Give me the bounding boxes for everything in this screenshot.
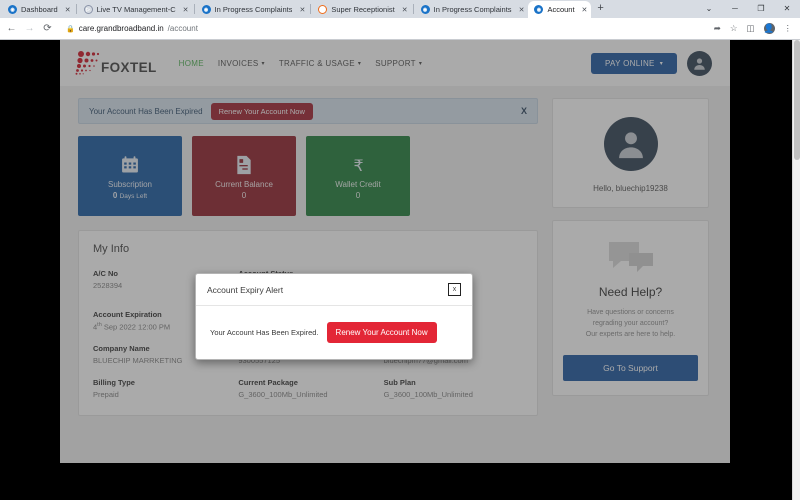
minimize-button[interactable]: ─ xyxy=(722,0,748,18)
browser-tab[interactable]: ◉ Dashboard ✕ xyxy=(2,1,75,18)
tab-search-icon[interactable]: ⌄ xyxy=(696,0,722,18)
tab-separator xyxy=(310,4,312,14)
tab-close-icon[interactable]: ✕ xyxy=(399,6,408,14)
page-scrollbar[interactable] xyxy=(792,40,800,500)
tab-title: In Progress Complaints xyxy=(433,5,512,14)
url-domain: care.grandbroadband.in xyxy=(78,24,164,33)
kebab-menu-icon[interactable]: ⋮ xyxy=(784,23,793,34)
browser-tab[interactable]: ▷ Live TV Management-C ✕ xyxy=(78,1,193,18)
share-icon[interactable]: ➦ xyxy=(714,23,721,34)
tab-title: Live TV Management-C xyxy=(96,5,176,14)
reload-icon[interactable]: ⟳ xyxy=(42,23,53,34)
side-panel-icon[interactable]: ◫ xyxy=(746,23,754,34)
browser-window: ◉ Dashboard ✕ ▷ Live TV Management-C ✕ ◉… xyxy=(0,0,800,500)
tab-close-icon[interactable]: ✕ xyxy=(296,6,305,14)
browser-tab[interactable]: ● Super Receptionist ✕ xyxy=(312,1,411,18)
browser-tab-strip: ◉ Dashboard ✕ ▷ Live TV Management-C ✕ ◉… xyxy=(0,0,800,18)
tab-close-icon[interactable]: ✕ xyxy=(579,6,588,14)
browser-tab[interactable]: ◉ In Progress Complaints ✕ xyxy=(196,1,310,18)
lock-icon: 🔒 xyxy=(66,25,75,33)
url-path: /account xyxy=(167,24,198,33)
maximize-button[interactable]: ❐ xyxy=(748,0,774,18)
tab-title: Account xyxy=(547,5,575,14)
tab-separator xyxy=(75,4,77,14)
modal-renew-button[interactable]: Renew Your Account Now xyxy=(326,322,437,343)
tab-title: Super Receptionist xyxy=(331,5,395,14)
account-expiry-modal: Account Expiry Alert x Your Account Has … xyxy=(195,273,473,360)
scrollbar-thumb[interactable] xyxy=(794,40,800,160)
back-icon[interactable]: ← xyxy=(6,23,17,34)
tab-title: In Progress Complaints xyxy=(214,5,293,14)
tab-separator xyxy=(412,4,414,14)
window-controls: ⌄ ─ ❐ ✕ xyxy=(696,0,800,18)
modal-header: Account Expiry Alert x xyxy=(196,274,472,306)
close-icon[interactable]: x xyxy=(448,283,461,296)
globe-icon: ◉ xyxy=(420,5,430,14)
play-outline-icon: ▷ xyxy=(83,5,93,14)
globe-icon: ◉ xyxy=(534,5,544,14)
browser-tab-active[interactable]: ◉ Account ✕ xyxy=(528,1,592,18)
tab-separator xyxy=(193,4,195,14)
modal-body: Your Account Has Been Expired. Renew You… xyxy=(196,306,472,359)
globe-icon: ◉ xyxy=(8,5,17,14)
receptionist-icon: ● xyxy=(318,5,328,14)
tab-title: Dashboard xyxy=(21,5,58,14)
close-window-button[interactable]: ✕ xyxy=(774,0,800,18)
browser-tab[interactable]: ◉ In Progress Complaints ✕ xyxy=(415,1,529,18)
toolbar-icons: ➦ ☆ ◫ 👤 ⋮ xyxy=(714,23,794,34)
modal-title: Account Expiry Alert xyxy=(207,284,284,295)
tab-close-icon[interactable]: ✕ xyxy=(180,6,189,14)
bookmark-star-icon[interactable]: ☆ xyxy=(730,23,738,34)
page-viewport: FOXTEL HOME INVOICES ▾ TRAFFIC & USAGE ▾ xyxy=(0,40,800,500)
profile-avatar-icon[interactable]: 👤 xyxy=(763,23,775,34)
globe-icon: ◉ xyxy=(201,5,211,14)
forward-icon: → xyxy=(24,23,35,34)
modal-message: Your Account Has Been Expired. xyxy=(210,328,319,337)
modal-backdrop[interactable] xyxy=(60,40,730,463)
address-bar[interactable]: 🔒 care.grandbroadband.in/account xyxy=(60,21,707,36)
tab-close-icon[interactable]: ✕ xyxy=(516,6,525,14)
browser-toolbar: ← → ⟳ 🔒 care.grandbroadband.in/account ➦… xyxy=(0,18,800,40)
new-tab-button[interactable]: + xyxy=(591,3,609,15)
tab-close-icon[interactable]: ✕ xyxy=(62,6,71,14)
